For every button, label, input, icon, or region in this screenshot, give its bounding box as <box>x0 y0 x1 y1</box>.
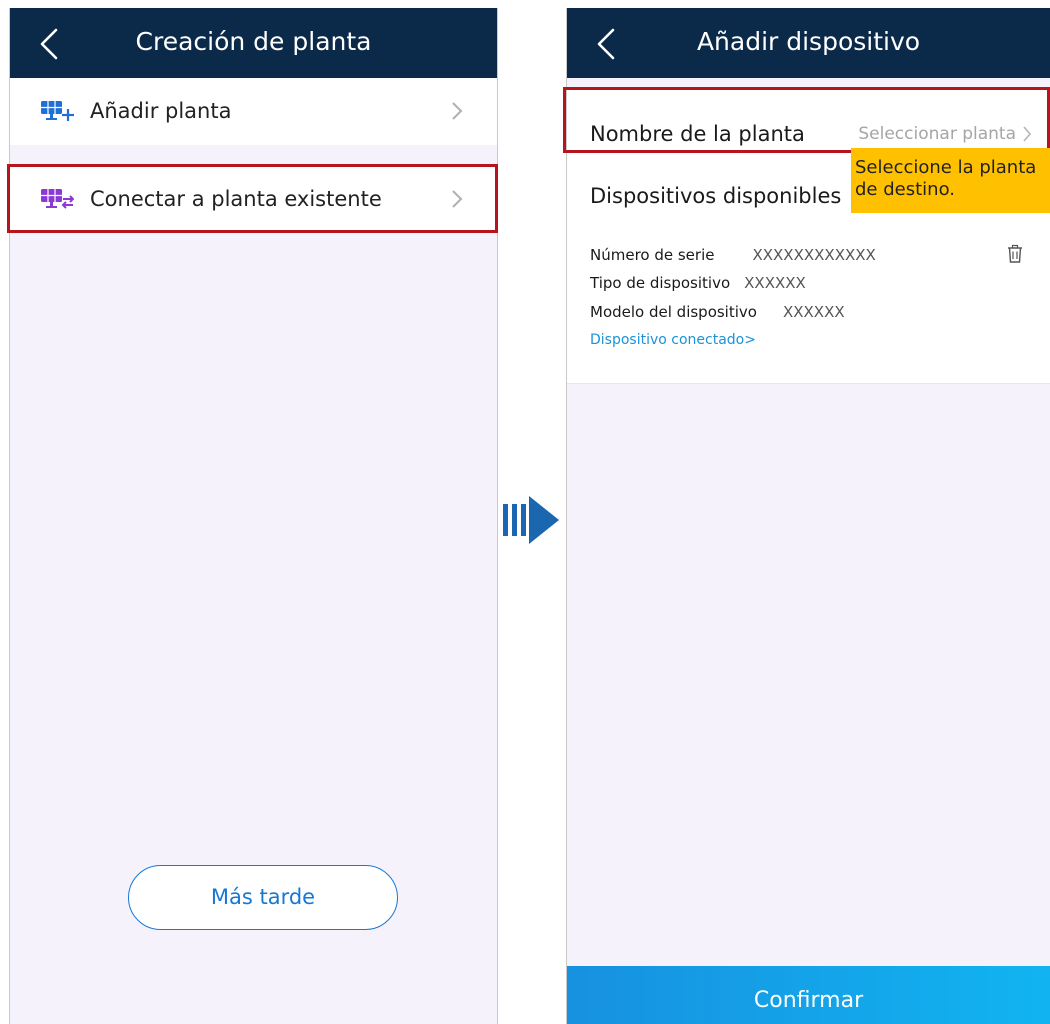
chevron-right-icon <box>1022 124 1032 144</box>
serial-number-value: XXXXXXXXXXXX <box>752 246 876 264</box>
later-button[interactable]: Más tarde <box>128 865 398 930</box>
device-type-row: Tipo de dispositivo XXXXXX <box>590 272 806 294</box>
solar-panel-connect-icon <box>40 188 75 210</box>
next-step-arrow-icon <box>503 496 561 544</box>
add-plant-label: Añadir planta <box>90 99 232 123</box>
add-plant-item[interactable]: Añadir planta <box>10 78 497 145</box>
tooltip-line-1: Seleccione la planta <box>855 157 1037 178</box>
title-bar: Añadir dispositivo <box>567 8 1050 78</box>
page-title: Creación de planta <box>135 27 372 56</box>
chevron-right-icon <box>451 188 463 210</box>
plant-name-label: Nombre de la planta <box>590 122 805 146</box>
serial-number-label: Número de serie <box>590 246 715 264</box>
title-bar: Creación de planta <box>10 8 497 78</box>
select-plant-placeholder[interactable]: Seleccionar planta <box>858 122 1016 146</box>
trash-icon[interactable] <box>1006 244 1024 264</box>
serial-number-row: Número de serie XXXXXXXXXXXX <box>590 244 876 266</box>
tooltip-line-2: de destino. <box>855 179 955 200</box>
device-model-value: XXXXXX <box>782 303 845 321</box>
device-type-label: Tipo de dispositivo <box>590 274 731 292</box>
connect-existing-plant-item[interactable]: Conectar a planta existente <box>10 166 497 233</box>
devices-section-title: Dispositivos disponibles <box>590 184 842 208</box>
confirm-button[interactable]: Confirmar <box>567 966 1050 1024</box>
page-title: Añadir dispositivo <box>696 27 921 56</box>
instruction-tooltip: Seleccione la planta de destino. <box>851 148 1050 213</box>
device-model-label: Modelo del dispositivo <box>590 303 757 321</box>
connect-existing-plant-label: Conectar a planta existente <box>90 187 382 211</box>
device-type-value: XXXXXX <box>744 274 806 292</box>
connected-device-link[interactable]: Dispositivo conectado> <box>590 330 756 350</box>
solar-panel-add-icon <box>40 100 74 122</box>
device-model-row: Modelo del dispositivo XXXXXX <box>590 301 845 323</box>
chevron-right-icon <box>451 100 463 122</box>
plant-creation-screen: Creación de planta Añadir planta Conecta… <box>9 8 498 1024</box>
